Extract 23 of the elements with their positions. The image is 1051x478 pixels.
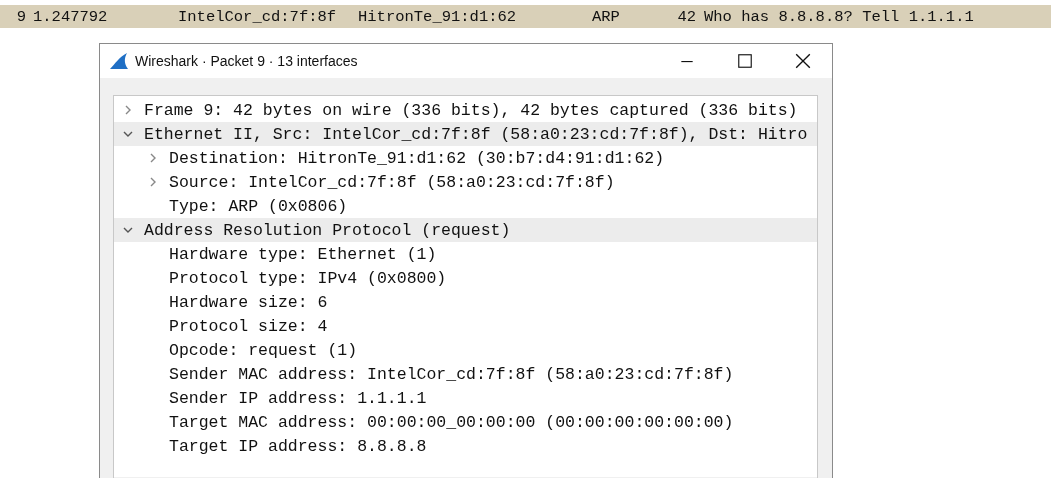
tree-item[interactable]: Sender IP address: 1.1.1.1 bbox=[169, 388, 427, 408]
tree-item[interactable]: Target IP address: 8.8.8.8 bbox=[169, 436, 427, 456]
table-cell: Who has 8.8.8.8? Tell 1.1.1.1 bbox=[704, 7, 974, 26]
tree-item[interactable]: Type: ARP (0x0806) bbox=[169, 196, 348, 216]
tree-item[interactable]: Opcode: request (1) bbox=[169, 340, 358, 360]
tree-item[interactable]: Source: IntelCor_cd:7f:8f (58:a0:23:cd:7f:8f) bbox=[169, 172, 615, 192]
window-title: Wireshark · Packet 9 · 13 interfaces bbox=[135, 53, 358, 69]
table-cell-text: 1.247792 bbox=[33, 7, 109, 26]
shark-fin-icon bbox=[109, 52, 129, 70]
table-cell-text: HitronTe_91:d1:62 bbox=[358, 7, 518, 26]
packet-list-row[interactable]: 9 1.247792 IntelCor_cd:7f:8f HitronTe_91:d1:62 ARP 42 Who has 8.8.8.8? Tell 1.1.1.1 bbox=[0, 5, 1051, 28]
tree-item[interactable]: Protocol size: 4 bbox=[169, 316, 328, 336]
tree-item[interactable]: Hardware type: Ethernet (1) bbox=[169, 244, 437, 264]
table-cell-text: 42 bbox=[676, 7, 696, 26]
tree-item[interactable]: Destination: HitronTe_91:d1:62 (30:b7:d4:91:d1:62) bbox=[169, 148, 665, 168]
tree-item[interactable]: Hardware size: 6 bbox=[169, 292, 328, 312]
tree-item[interactable]: Sender MAC address: IntelCor_cd:7f:8f (58:a0:23:cd:7f:8f) bbox=[169, 364, 734, 384]
table-cell-text: IntelCor_cd:7f:8f bbox=[178, 7, 338, 26]
tree-item[interactable]: Protocol type: IPv4 (0x0800) bbox=[169, 268, 447, 288]
tree-item[interactable]: Target MAC address: 00:00:00_00:00:00 (00:00:00:00:00:00) bbox=[169, 412, 734, 432]
tree-item[interactable]: Frame 9: 42 bytes on wire (336 bits), 42 bytes captured (336 bits) bbox=[144, 100, 798, 120]
table-cell-text: ARP bbox=[592, 7, 621, 26]
table-cell-text: 9 bbox=[15, 7, 26, 26]
